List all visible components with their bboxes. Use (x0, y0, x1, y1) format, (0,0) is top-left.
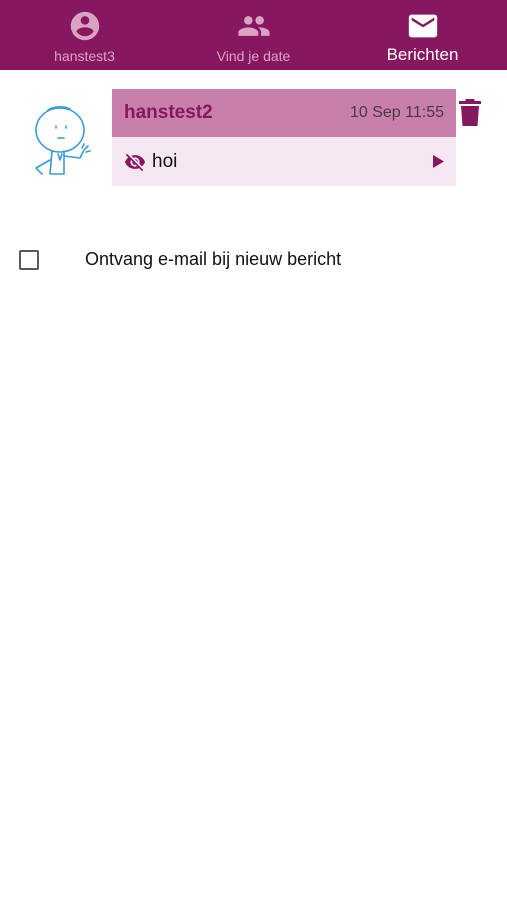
mail-icon (408, 14, 437, 38)
tab-profile[interactable]: hanstest3 (0, 0, 169, 70)
email-notification-setting: Ontvang e-mail bij nieuw bericht (19, 249, 341, 270)
trash-icon[interactable] (459, 99, 481, 126)
message-preview: hoi (152, 150, 178, 172)
tab-find-date[interactable]: Vind je date (169, 0, 338, 70)
message-header: hanstest2 10 Sep 11:55 (112, 89, 456, 137)
cartoon-avatar-icon[interactable] (28, 104, 98, 178)
email-notify-checkbox[interactable] (19, 249, 39, 270)
tab-label: Berichten (386, 45, 459, 64)
message-timestamp: 10 Sep 11:55 (349, 104, 444, 121)
account-circle-icon (70, 11, 99, 41)
eye-off-icon (124, 153, 146, 171)
message-card[interactable]: hanstest2 10 Sep 11:55 hoi (112, 89, 456, 186)
tab-label: Vind je date (216, 48, 291, 64)
message-body: hoi (112, 137, 456, 186)
tab-label: hanstest3 (54, 48, 115, 64)
message-sender: hanstest2 (124, 102, 213, 123)
people-icon (237, 16, 270, 36)
tab-messages[interactable]: Berichten (338, 0, 507, 70)
play-arrow-icon[interactable] (433, 155, 444, 168)
top-navigation-bar: hanstest3 Vind je date Berichten (0, 0, 507, 70)
email-notify-label: Ontvang e-mail bij nieuw bericht (85, 249, 342, 269)
